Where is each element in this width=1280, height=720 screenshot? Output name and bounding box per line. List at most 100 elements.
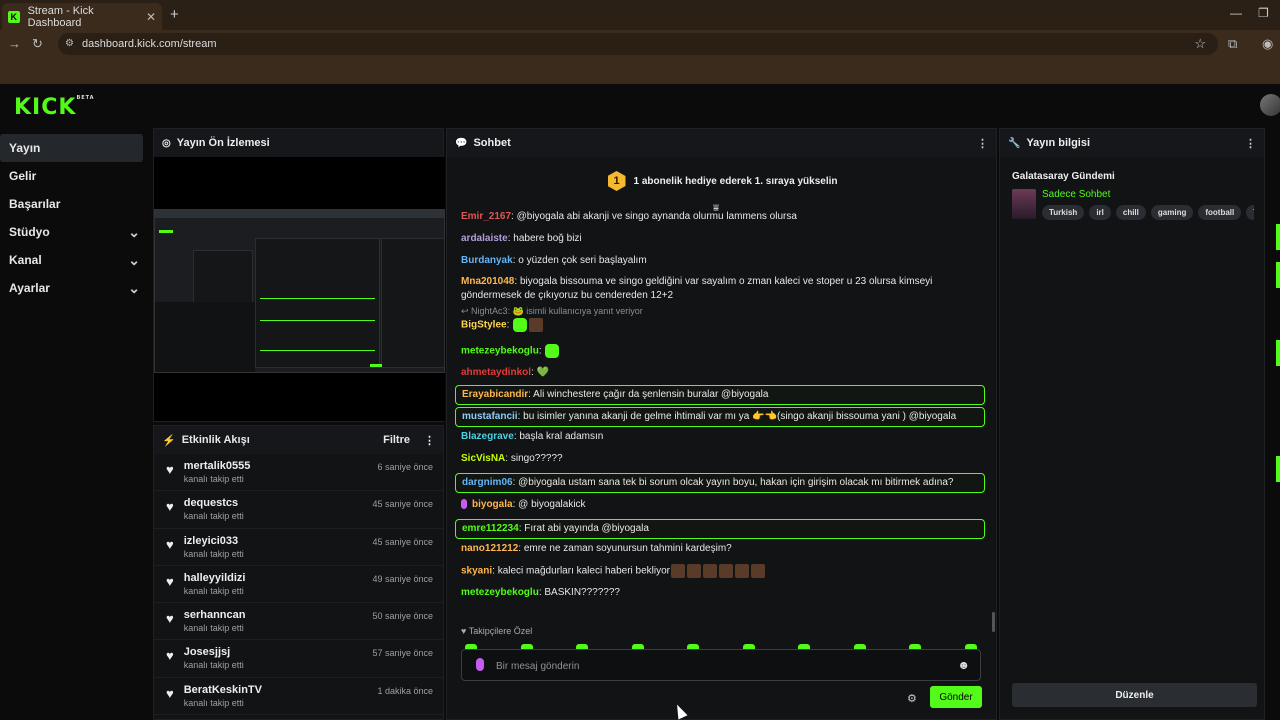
chat-username[interactable]: Blazegrave (461, 431, 514, 442)
user-avatar[interactable] (1260, 94, 1280, 116)
chat-username[interactable]: dargnim06 (462, 477, 513, 488)
activity-item[interactable]: ♥ halleyyildizi kanalı takip etti 49 saniye… (154, 566, 443, 604)
sidebar-item[interactable]: Yayın (0, 134, 143, 162)
activity-user[interactable]: dequestcs (184, 497, 244, 509)
sidebar-item[interactable]: Gelir (0, 162, 150, 190)
chat-username[interactable]: ardalaiste (461, 233, 508, 244)
sidebar-item[interactable]: Başarılar (0, 190, 150, 218)
chat-username[interactable]: Emir_2167 (461, 211, 511, 222)
chat-username[interactable]: ahmetaydinkol (461, 367, 531, 378)
chat-message[interactable]: mustafancii: bu isimler yanına akanji de… (455, 407, 985, 427)
new-tab-icon[interactable]: + (170, 6, 179, 23)
chevron-down-icon[interactable]: ⌄ (128, 224, 140, 241)
chat-username[interactable]: Mna201048 (461, 276, 514, 287)
pinned-banner[interactable]: 1 1 abonelik hediye ederek 1. sıraya yük… (447, 157, 998, 205)
chat-username[interactable]: SicVisNA (461, 453, 505, 464)
chevron-down-icon[interactable]: ⌄ (128, 280, 140, 297)
chat-username[interactable]: skyani (461, 566, 492, 577)
mic-badge-icon (461, 499, 467, 510)
emoji-icon[interactable]: ☻ (957, 658, 970, 672)
chat-username[interactable]: nano121212 (461, 543, 518, 554)
tag-chip[interactable]: Turkish (1042, 205, 1085, 220)
chat-message[interactable]: Blazegrave: başla kral adamsın (455, 429, 985, 445)
sidebar-item[interactable]: Ayarlar ⌄ (0, 274, 150, 302)
chat-username[interactable]: BigStylee (461, 320, 507, 331)
sidebar-item[interactable]: Stüdyo ⌄ (0, 218, 150, 246)
activity-item[interactable]: ♥ dequestcs kanalı takip etti 45 saniye önc… (154, 491, 443, 529)
chat-menu-icon[interactable]: ⋮ (977, 137, 988, 150)
send-button[interactable]: Gönder (930, 686, 982, 708)
tag-chip[interactable]: Tur (1246, 205, 1254, 220)
tag-chip[interactable]: football (1198, 205, 1242, 220)
stream-info-menu-icon[interactable]: ⋮ (1245, 137, 1256, 150)
chat-message[interactable]: dargnim06: @biyogala ustam sana tek bi s… (455, 473, 985, 493)
chat-message[interactable]: Burdanyak: o yüzden çok seri başlayalım (455, 253, 985, 269)
chevron-down-icon[interactable]: ⌄ (128, 252, 140, 269)
chat-message[interactable]: SicVisNA: singo????? (455, 451, 985, 467)
chat-message[interactable]: metezeybekoglu: (455, 343, 985, 360)
stream-info-header: 🔧 Yayın bilgisi ⋮ (1000, 129, 1264, 157)
chat-scrollbar[interactable] (992, 612, 995, 632)
chat-message[interactable]: Erayabicandir: Ali winchestere çağır da … (455, 385, 985, 405)
activity-item[interactable]: ♥ BeratKeskinTV kanalı takip etti 1 dakika … (154, 678, 443, 716)
chat-settings-icon[interactable]: ⚙ (907, 692, 917, 705)
tag-chip[interactable]: chill (1115, 205, 1146, 220)
activity-user[interactable]: BeratKeskinTV (184, 684, 262, 696)
chat-message[interactable]: ardalaiste: habere boğ bizi (455, 231, 985, 247)
mic-icon[interactable] (476, 658, 484, 671)
close-tab-icon[interactable]: ✕ (146, 10, 156, 24)
chat-username[interactable]: metezeybekoglu (461, 587, 539, 598)
chat-message[interactable]: Emir_2167: @biyogala abi akanji ve singo… (455, 209, 985, 225)
url-field[interactable]: ⚙ dashboard.kick.com/stream ☆ (58, 33, 1218, 55)
sidebar-item-label: Gelir (9, 169, 37, 183)
chat-username[interactable]: Erayabicandir (462, 389, 528, 400)
kick-logo[interactable]: KICKBETA (14, 95, 95, 120)
activity-user[interactable]: izleyici033 (184, 535, 244, 547)
stream-info-title: Yayın bilgisi (1026, 137, 1091, 149)
restore-icon[interactable]: ❐ (1258, 6, 1269, 20)
reload-icon[interactable]: ↻ (32, 36, 43, 52)
chat-username[interactable]: Burdanyak (461, 255, 513, 266)
extensions-icon[interactable]: ⧉ (1228, 36, 1237, 52)
chat-message[interactable]: ahmetaydinkol: 💚 (455, 365, 985, 381)
chat-message[interactable]: metezeybekoglu: BASKIN??????? (455, 585, 985, 601)
heart-icon: ♥ (166, 611, 174, 627)
bookmark-star-icon[interactable]: ☆ (1194, 33, 1206, 55)
forward-icon[interactable]: → (8, 36, 21, 51)
chat-username[interactable]: metezeybekoglu (461, 346, 539, 357)
activity-user[interactable]: serhanncan (184, 609, 246, 621)
activity-item[interactable]: ♥ mertalik0555 kanalı takip etti 6 saniye ö… (154, 454, 443, 492)
reply-context[interactable]: ↩ NightAc3: 🐸 isimli kullanıcıya yanıt v… (461, 304, 979, 318)
chat-message[interactable]: skyani: kaleci mağdurları kaleci haberi … (455, 563, 985, 580)
activity-item[interactable]: ♥ izleyici033 kanalı takip etti 45 saniye ö… (154, 529, 443, 566)
edit-button[interactable]: Düzenle (1012, 683, 1257, 707)
browser-tab[interactable]: K Stream - Kick Dashboard ✕ (2, 3, 162, 30)
sidebar-item[interactable]: Kanal ⌄ (0, 246, 150, 274)
profile-icon[interactable]: ◉ (1262, 36, 1273, 52)
preview-header: ◎ Yayın Ön İzlemesi (154, 129, 443, 157)
heart-icon: ♥ (166, 499, 174, 515)
chat-username[interactable]: emre112234 (462, 523, 519, 534)
chat-message[interactable]: Mna201048: biyogala bissouma ve singo ge… (455, 274, 985, 304)
chat-username[interactable]: mustafancii (462, 411, 518, 422)
chat-message-input[interactable] (496, 656, 936, 676)
filter-button[interactable]: Filtre (383, 434, 410, 446)
activity-user[interactable]: Josesjjsj (184, 646, 244, 658)
chat-input-box[interactable]: ☻ (461, 649, 981, 681)
activity-user[interactable]: halleyyildizi (184, 572, 246, 584)
site-info-icon[interactable]: ⚙ (65, 33, 74, 55)
stream-preview-video[interactable] (154, 157, 445, 421)
activity-item[interactable]: ♥ serhanncan kanalı takip etti 50 saniye ön… (154, 603, 443, 641)
tag-chip[interactable]: irl (1089, 205, 1111, 220)
chat-message[interactable]: biyogala: @ biyogalakick (455, 497, 985, 513)
chat-username[interactable]: biyogala (472, 499, 513, 510)
minimize-icon[interactable]: — (1230, 6, 1242, 20)
chat-message[interactable]: ↩ NightAc3: 🐸 isimli kullanıcıya yanıt v… (455, 303, 985, 334)
activity-user[interactable]: mertalik0555 (184, 460, 251, 472)
chat-message[interactable]: emre112234: Fırat abi yayında @biyogala (455, 519, 985, 539)
chat-message[interactable]: nano121212: emre ne zaman soyunursun tah… (455, 541, 985, 557)
activity-menu-icon[interactable]: ⋮ (424, 434, 435, 447)
tag-chip[interactable]: gaming (1150, 205, 1194, 220)
activity-item[interactable]: ♥ Josesjjsj kanalı takip etti 57 saniye önc… (154, 640, 443, 678)
category-link[interactable]: Sadece Sohbet (1042, 189, 1110, 200)
